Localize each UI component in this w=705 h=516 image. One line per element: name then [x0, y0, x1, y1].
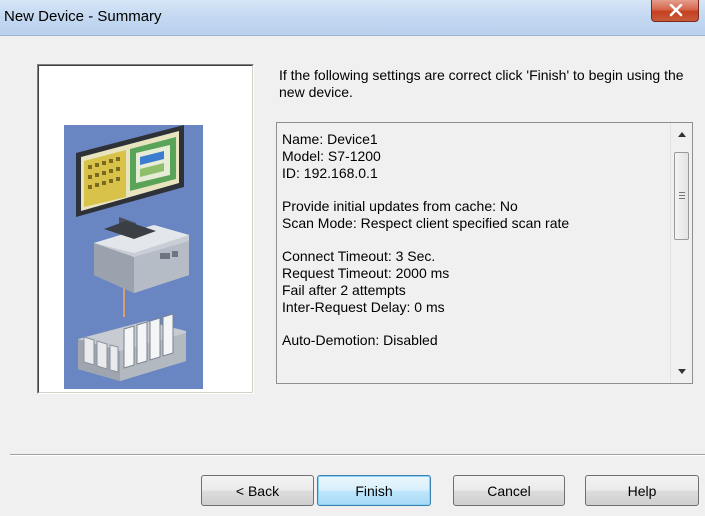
cancel-button[interactable]: Cancel — [453, 475, 565, 506]
thumb-grip — [679, 198, 685, 199]
summary-content: Name: Device1 Model: S7-1200 ID: 192.168… — [282, 131, 667, 349]
thumb-grip — [679, 195, 685, 196]
device-network-illustration — [64, 125, 203, 389]
finish-button[interactable]: Finish — [317, 475, 431, 506]
summary-line-model: Model: S7-1200 — [282, 148, 381, 164]
help-button[interactable]: Help — [585, 475, 699, 506]
button-separator — [10, 454, 705, 456]
intro-text: If the following settings are correct cl… — [279, 67, 684, 100]
summary-line-name: Name: Device1 — [282, 131, 378, 147]
summary-listbox[interactable]: Name: Device1 Model: S7-1200 ID: 192.168… — [276, 122, 693, 384]
summary-line-request-timeout: Request Timeout: 2000 ms — [282, 265, 450, 281]
vertical-scrollbar[interactable] — [670, 123, 692, 383]
summary-line-connect-timeout: Connect Timeout: 3 Sec. — [282, 248, 436, 264]
summary-line-inter-request-delay: Inter-Request Delay: 0 ms — [282, 299, 445, 315]
summary-line-auto-demotion: Auto-Demotion: Disabled — [282, 332, 438, 348]
wizard-image-frame — [37, 64, 254, 394]
close-button[interactable] — [651, 0, 699, 22]
scroll-up-arrow-icon[interactable] — [671, 123, 692, 145]
back-button[interactable]: < Back — [201, 475, 314, 506]
summary-line-cache: Provide initial updates from cache: No — [282, 198, 518, 214]
summary-gap — [282, 182, 667, 198]
summary-line-id: ID: 192.168.0.1 — [282, 165, 378, 181]
window-title: New Device - Summary — [4, 8, 162, 25]
summary-gap — [282, 316, 667, 332]
title-bar: New Device - Summary — [0, 0, 705, 36]
scroll-thumb[interactable] — [674, 152, 689, 240]
dialog-body: If the following settings are correct cl… — [0, 36, 705, 516]
computer-plc-icon — [76, 125, 189, 381]
close-icon — [669, 4, 683, 17]
summary-line-fail-attempts: Fail after 2 attempts — [282, 282, 406, 298]
summary-gap — [282, 232, 667, 248]
thumb-grip — [679, 192, 685, 193]
summary-line-scan-mode: Scan Mode: Respect client specified scan… — [282, 215, 570, 231]
scroll-down-arrow-icon[interactable] — [671, 361, 692, 383]
